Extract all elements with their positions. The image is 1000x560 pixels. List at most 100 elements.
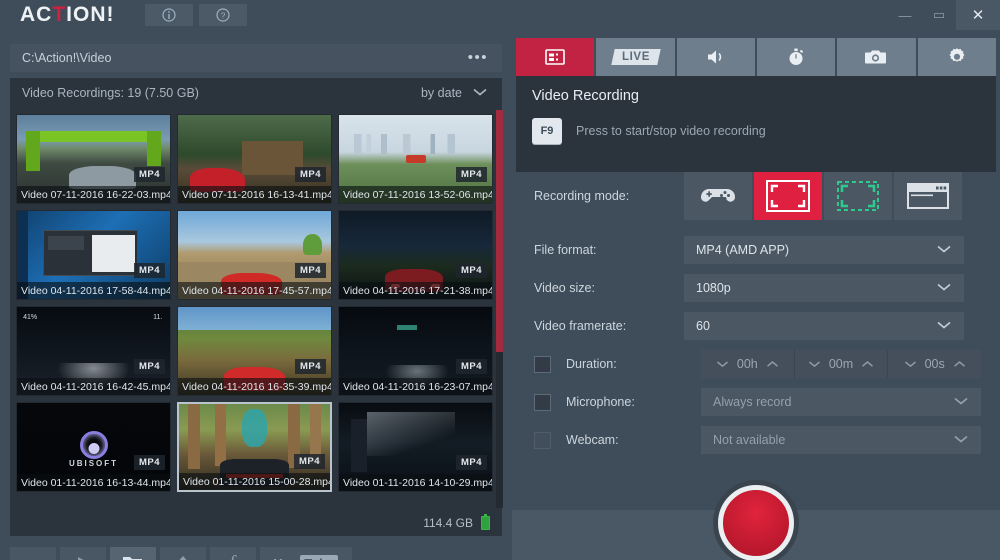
microphone-dropdown[interactable]: Always record [701,388,981,416]
youtube-share-button[interactable]: YouTube [260,547,352,560]
delete-recording-button[interactable] [10,547,56,560]
format-badge: MP4 [455,359,487,374]
mode-window-button[interactable] [894,172,962,220]
chevron-down-icon [936,281,952,295]
recording-filename: Video 07-11-2016 16-22-03.mp4 [17,186,170,203]
upload-button[interactable] [160,547,206,560]
video-recording-header: Video Recording F9 Press to start/stop v… [516,76,996,172]
recordings-grid: MP4 Video 07-11-2016 16-22-03.mp4 MP4 Video… [10,108,502,510]
tab-video-recording[interactable] [516,38,595,76]
duration-minutes-stepper[interactable]: 00m [795,350,889,378]
recording-thumbnail[interactable]: MP4 Video 07-11-2016 16-13-41.mp4 [177,114,332,204]
recording-thumbnail[interactable]: 41% 11. MP4 Video 04-11-2016 16-42-45.mp4 [16,306,171,396]
sort-label[interactable]: by date [421,86,462,100]
duration-seconds-value: 00s [924,357,945,371]
gear-icon [949,48,965,62]
recording-thumbnail[interactable]: MP4 Video 04-11-2016 17-21-38.mp4 [338,210,493,300]
storage-status-bar: 114.4 GB [10,510,502,536]
minimize-button[interactable]: — [888,0,922,30]
webcam-dropdown[interactable]: Not available [701,426,981,454]
record-button[interactable] [718,485,794,560]
recording-filename: Video 04-11-2016 17-45-57.mp4 [178,282,331,299]
duration-checkbox[interactable] [534,355,551,373]
close-button[interactable]: ✕ [956,0,1000,30]
video-framerate-label: Video framerate: [534,319,627,333]
info-button[interactable] [144,4,193,26]
recording-filename: Video 04-11-2016 16-42-45.mp4 [17,378,170,395]
video-framerate-row: Video framerate: 60 [512,312,1000,340]
chevron-down-icon [936,243,952,257]
recording-filename: Video 04-11-2016 16-35-39.mp4 [178,378,331,395]
open-folder-button[interactable] [110,547,156,560]
recording-thumbnail[interactable]: MP4 Video 07-11-2016 16-22-03.mp4 [16,114,171,204]
tab-screenshot[interactable] [837,38,916,76]
mode-games-button[interactable] [684,172,752,220]
mode-region-button[interactable] [824,172,892,220]
duration-row: Duration: 00h 00m 00s [512,350,1000,378]
app-logo: AC T ION! [20,3,115,27]
recording-thumbnail[interactable]: MP4 Video 04-11-2016 17-45-57.mp4 [177,210,332,300]
duration-hours-stepper[interactable]: 00h [701,350,795,378]
help-button[interactable]: ? [198,4,247,26]
recording-thumbnail[interactable]: MP4 Video 01-11-2016 15-00-28.mp4 [177,402,332,492]
sort-dropdown-button[interactable] [472,84,488,102]
file-format-label: File format: [534,243,597,257]
recording-thumbnail[interactable]: MP4 Video 07-11-2016 13-52-06.mp4 [338,114,493,204]
svg-text:f: f [230,553,237,560]
recording-filename: Video 07-11-2016 16-13-41.mp4 [178,186,331,203]
fullscreen-frame-icon [766,180,810,212]
tab-benchmark[interactable] [756,38,836,76]
format-badge: MP4 [294,263,326,278]
file-actions-toolbar: f YouTube [10,545,502,560]
video-framerate-dropdown[interactable]: 60 [684,312,964,340]
hotkey-hint: Press to start/stop video recording [576,124,766,138]
hotkey-badge[interactable]: F9 [532,118,562,144]
youtube-you-text: You [274,556,298,560]
facebook-share-button[interactable]: f [210,547,256,560]
format-badge: MP4 [293,454,325,469]
format-badge: MP4 [133,263,165,278]
logo-text-accent: T [52,3,67,26]
file-format-dropdown[interactable]: MP4 (AMD APP) [684,236,964,264]
title-bar: AC T ION! ? — ▭ ✕ [0,0,1000,30]
play-recording-button[interactable] [60,547,106,560]
chevron-down-icon [473,88,487,96]
recording-filename: Video 07-11-2016 13-52-06.mp4 [339,186,492,203]
microphone-checkbox[interactable] [534,393,551,411]
recording-thumbnail[interactable]: MP4 Video 01-11-2016 14-10-29.mp4 [338,402,493,492]
tab-audio-recording[interactable] [676,38,755,76]
recording-mode-label: Recording mode: [534,189,630,203]
duration-seconds-stepper[interactable]: 00s [888,350,981,378]
video-size-dropdown[interactable]: 1080p [684,274,964,302]
tab-settings[interactable] [917,38,996,76]
format-badge: MP4 [133,167,165,182]
tab-live-streaming[interactable]: LIVE [596,38,675,76]
recording-thumbnail[interactable]: MP4 Video 04-11-2016 17-58-44.mp4 [16,210,171,300]
recording-thumbnail[interactable]: MP4 Video 04-11-2016 16-35-39.mp4 [177,306,332,396]
video-size-row: Video size: 1080p [512,274,1000,302]
mode-fullscreen-button[interactable] [754,172,822,220]
path-more-button[interactable]: ••• [468,50,488,65]
upload-icon [179,556,187,560]
duration-label: Duration: [566,357,617,371]
recording-filename: Video 01-11-2016 16-13-44.mp4 [17,474,170,491]
recording-thumbnail[interactable]: UBISOFT MP4 Video 01-11-2016 16-13-44.mp4 [16,402,171,492]
webcam-label: Webcam: [566,433,619,447]
youtube-logo: YouTube [274,554,339,560]
youtube-tube-text: Tube [300,554,339,560]
microphone-value: Always record [713,395,792,409]
window-icon [907,183,949,209]
scrollbar-thumb[interactable] [496,110,503,352]
microphone-label: Microphone: [566,395,635,409]
chevron-up-icon [766,361,778,367]
maximize-button[interactable]: ▭ [922,0,956,30]
format-badge: MP4 [455,167,487,182]
action-recorder-window: AC T ION! ? — ▭ ✕ C:\Action!\Video ••• V… [0,0,1000,560]
path-bar[interactable]: C:\Action!\Video ••• [10,44,502,72]
camera-icon [865,50,887,64]
live-badge: LIVE [610,49,661,65]
help-icon: ? [215,8,230,22]
recordings-scrollbar[interactable] [496,110,503,508]
recording-thumbnail[interactable]: MP4 Video 04-11-2016 16-23-07.mp4 [338,306,493,396]
webcam-checkbox[interactable] [534,431,551,449]
